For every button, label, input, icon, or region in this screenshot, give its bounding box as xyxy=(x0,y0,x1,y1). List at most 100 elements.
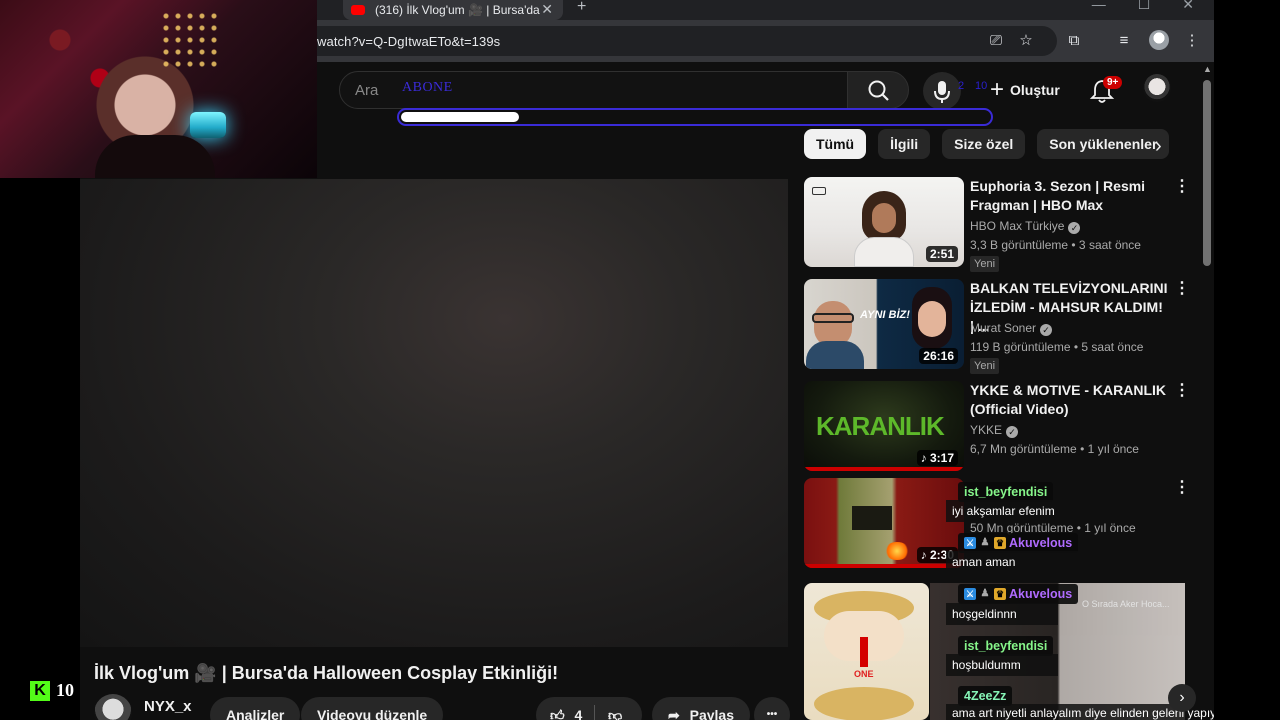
chip-recently-uploaded[interactable]: Son yüklenenler xyxy=(1037,129,1170,159)
mix-caption: O Sırada Aker Hoca... xyxy=(1082,599,1170,609)
share-icon: ➦ xyxy=(668,707,680,720)
kick-viewer-count: 10 xyxy=(56,680,74,700)
channel-name[interactable]: NYX_x xyxy=(144,698,192,715)
chip-related[interactable]: İlgili xyxy=(878,129,931,159)
more-options-icon[interactable]: ⋮ xyxy=(1174,281,1190,297)
close-window-button[interactable]: ✕ xyxy=(1182,0,1194,13)
chat-user-akuvelous: Akuvelous xyxy=(1009,536,1073,550)
video-duration: 26:16 xyxy=(919,348,958,364)
carousel-next-button[interactable]: › xyxy=(1168,684,1196,712)
overlay-progress-fill xyxy=(401,112,519,122)
browser-profile-avatar[interactable] xyxy=(1149,30,1169,50)
recommended-video[interactable]: 2:51 Euphoria 3. Sezon | Resmi Fragman |… xyxy=(804,177,1190,272)
search-input[interactable]: Ara xyxy=(355,82,378,99)
neon-lamp xyxy=(190,112,226,138)
dislike-icon[interactable]: 👎︎ xyxy=(608,697,622,720)
chip-all[interactable]: Tümü xyxy=(804,129,867,159)
channel-name: HBO Max Türkiye xyxy=(970,219,1065,233)
chat-message: hoşbuldumm xyxy=(946,654,1058,676)
chat-username: ⚔ ♟ ♛ Akuvelous xyxy=(958,584,1079,604)
share-button[interactable]: ➦ Paylaş xyxy=(652,697,750,720)
media-controls-icon[interactable]: ≡ xyxy=(1115,32,1133,50)
streamer-shirt xyxy=(95,135,215,178)
maximize-button[interactable]: ☐ xyxy=(1138,0,1151,13)
scroll-up-arrow-icon[interactable]: ▲ xyxy=(1203,64,1212,74)
bookmark-star-icon[interactable]: ☆ xyxy=(1017,32,1035,50)
overlay-count-b: 10 xyxy=(975,80,988,92)
new-tab-button[interactable]: + xyxy=(577,0,586,16)
screen: (316) İlk Vlog'um 🎥 | Bursa'da ✕ + — ☐ ✕… xyxy=(0,0,1280,720)
thumbnail-text: KARANLIK xyxy=(816,411,945,441)
video-channel[interactable]: YKKE ✓ xyxy=(970,423,1019,438)
scrollbar-thumb[interactable] xyxy=(1203,80,1211,266)
chat-username: ⚔ ♟ ♛ Akuvelous xyxy=(958,533,1079,553)
analytics-button[interactable]: Analizler xyxy=(210,697,301,720)
tab-close-icon[interactable]: ✕ xyxy=(541,1,553,18)
browser-tab-bar: (316) İlk Vlog'um 🎥 | Bursa'da ✕ + — ☐ ✕ xyxy=(317,0,1214,20)
minimize-button[interactable]: — xyxy=(1092,0,1106,13)
install-app-icon[interactable]: ⎚ xyxy=(987,32,1005,50)
divider xyxy=(594,705,595,720)
verified-icon: ✓ xyxy=(1068,222,1081,234)
video-thumbnail[interactable]: KARANLIK ♪ 3:17 xyxy=(804,381,964,471)
url-text[interactable]: watch?v=Q-DgItwaETo&t=139s xyxy=(317,34,500,49)
channel-name: YKKE xyxy=(970,423,1003,437)
video-title[interactable]: Euphoria 3. Sezon | Resmi Fragman | HBO … xyxy=(970,177,1170,215)
video-meta: 3,3 B görüntüleme • 3 saat önce xyxy=(970,238,1141,252)
chip-for-you[interactable]: Size özel xyxy=(942,129,1026,159)
chat-username: 4ZeeZz xyxy=(958,686,1013,706)
account-avatar[interactable] xyxy=(1143,74,1171,102)
video-thumbnail[interactable]: AYNI BİZ! 26:16 xyxy=(804,279,964,369)
browser-tab[interactable]: (316) İlk Vlog'um 🎥 | Bursa'da ✕ xyxy=(343,0,563,20)
new-badge: Yeni xyxy=(970,256,1000,272)
extensions-icon[interactable]: ⧉ xyxy=(1065,32,1083,50)
like-count[interactable]: 4 xyxy=(575,707,583,720)
edit-video-button[interactable]: Videoyu düzenle xyxy=(301,697,444,720)
crown-badge-icon: ♛ xyxy=(994,537,1006,549)
crown-badge-icon: ♛ xyxy=(994,588,1006,600)
overlay-count-a: 2 xyxy=(958,80,965,92)
chat-user-4zeezz: 4ZeeZz xyxy=(964,689,1007,703)
like-icon[interactable]: 👍︎ xyxy=(550,707,565,720)
more-options-icon[interactable]: ⋮ xyxy=(1174,480,1190,496)
chat-user-ist-beyfendisi: ist_beyfendisi xyxy=(964,639,1048,653)
browser-toolbar: watch?v=Q-DgItwaETo&t=139s ⎚ ☆ ⧉ ≡ ⋮ xyxy=(317,20,1214,62)
video-title[interactable]: YKKE & MOTIVE - KARANLIK (Official Video… xyxy=(970,381,1170,419)
recommended-video[interactable]: KARANLIK ♪ 3:17 YKKE & MOTIVE - KARANLIK… xyxy=(804,381,1190,475)
plus-icon: + xyxy=(990,76,1005,103)
voice-search-button[interactable] xyxy=(923,72,961,110)
video-main-title: İlk Vlog'um 🎥 | Bursa'da Halloween Cospl… xyxy=(94,663,559,683)
video-thumbnail[interactable]: ♪ 2:30 xyxy=(804,478,964,568)
video-player[interactable] xyxy=(80,179,788,647)
more-options-icon[interactable]: ⋮ xyxy=(1174,383,1190,399)
fairy-lights xyxy=(160,10,220,70)
video-thumbnail[interactable]: 2:51 xyxy=(804,177,964,267)
youtube-favicon-icon xyxy=(351,5,365,15)
video-meta: 119 B görüntüleme • 5 saat önce xyxy=(970,340,1144,354)
tab-title: (316) İlk Vlog'um 🎥 | Bursa'da xyxy=(375,3,540,17)
search-box[interactable]: Ara ABONE xyxy=(339,71,849,109)
subscribe-overlay-text: ABONE xyxy=(402,80,453,95)
recommended-video[interactable]: AYNI BİZ! 26:16 BALKAN TELEVİZYONLARINI … xyxy=(804,279,1190,374)
notification-badge: 9+ xyxy=(1103,76,1123,89)
kick-viewer-badge: K 10 xyxy=(30,680,74,701)
browser-menu-icon[interactable]: ⋮ xyxy=(1183,32,1201,50)
video-channel[interactable]: HBO Max Türkiye ✓ xyxy=(970,219,1081,234)
search-button[interactable] xyxy=(847,71,909,109)
watched-progress xyxy=(804,467,964,471)
microphone-icon xyxy=(934,81,950,103)
video-channel[interactable]: Murat Soner ✓ xyxy=(970,321,1053,336)
create-button[interactable]: + Oluştur xyxy=(990,72,1060,108)
watched-progress xyxy=(804,564,964,568)
more-options-icon[interactable]: ⋮ xyxy=(1174,179,1190,195)
address-bar[interactable]: watch?v=Q-DgItwaETo&t=139s xyxy=(317,26,1057,56)
streamer-webcam xyxy=(0,0,317,178)
kick-logo-icon: K xyxy=(30,680,50,701)
video-duration: ♪ 3:17 xyxy=(916,450,958,466)
chat-username: ist_beyfendisi xyxy=(958,482,1054,502)
new-badge: Yeni xyxy=(970,358,1000,374)
overlay-progress-bar xyxy=(397,108,993,126)
chevron-right-icon[interactable]: › xyxy=(1155,135,1162,158)
video-thumbnail[interactable]: ONE xyxy=(804,583,929,720)
search-icon xyxy=(868,80,889,101)
